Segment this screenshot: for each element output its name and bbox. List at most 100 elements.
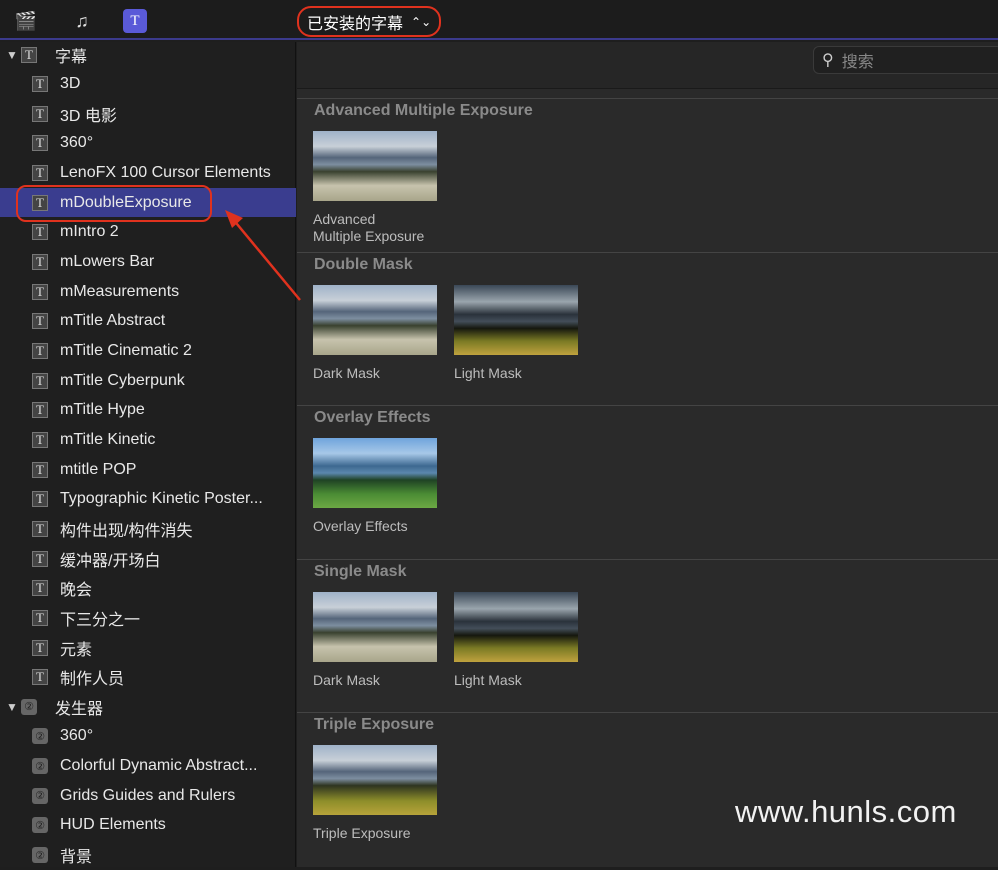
generator-icon: ② [32, 847, 48, 864]
row-label: 晚会 [60, 582, 93, 600]
sidebar-item[interactable]: TmTitle Hype [0, 396, 296, 425]
section: Triple Exposure Triple Exposure [297, 712, 998, 862]
row-label: Grids Guides and Rulers [60, 786, 236, 804]
sidebar-item[interactable]: T 缓冲器/开场白 [0, 544, 296, 573]
sidebar-item[interactable]: T 元素 [0, 633, 296, 662]
disclosure-triangle-icon[interactable]: ▼ [6, 700, 18, 714]
titles-generators-icon[interactable]: T [123, 9, 147, 33]
effect-label: Triple Exposure [313, 825, 411, 841]
title-icon: T [32, 639, 48, 656]
effect-item[interactable]: Triple Exposure [313, 745, 438, 842]
row-label: mTitle Kinetic [60, 430, 156, 448]
annotation-highlight [16, 185, 212, 222]
sidebar-item[interactable]: TmLowers Bar [0, 248, 296, 277]
sidebar-item[interactable]: T Typographic Kinetic Poster... [0, 485, 296, 514]
row-label: Colorful Dynamic Abstract... [60, 757, 258, 775]
sidebar-item[interactable]: T 晚会 [0, 574, 296, 603]
installed-titles-picker[interactable]: 已安装的字幕 ⌃⌄ [297, 6, 442, 37]
title-icon: T [32, 372, 48, 389]
title-icon: T [32, 609, 48, 626]
title-icon: T [32, 520, 48, 537]
row-label: 元素 [60, 641, 93, 659]
sidebar-item[interactable]: ② Colorful Dynamic Abstract... [0, 752, 296, 781]
sidebar: ▼ T 字幕 T 3D T 3D 电影 T 360° T LenoFX 100 Cursor Ele… [0, 42, 296, 867]
effect-thumbnail[interactable] [454, 285, 578, 355]
sidebar-item[interactable]: T 360° [0, 129, 296, 158]
generator-icon: ② [32, 787, 48, 804]
effect-item[interactable]: Advanced Multiple Exposure [313, 131, 438, 245]
effect-thumbnail[interactable] [454, 592, 578, 662]
title-icon: T [32, 550, 48, 567]
row-label: LenoFX 100 Cursor Elements [60, 164, 271, 182]
sidebar-item[interactable]: TmTitle Kinetic [0, 425, 296, 454]
row-label: mMeasurements [60, 282, 180, 300]
watermark: www.hunls.com [735, 794, 957, 829]
sidebar-item[interactable]: T 3D [0, 70, 296, 99]
title-icon: T [32, 283, 48, 300]
sidebar-item[interactable]: TmTitle Cyberpunk [0, 366, 296, 395]
effect-item[interactable]: Dark Mask [313, 285, 438, 382]
effect-thumbnail[interactable] [313, 438, 437, 508]
sidebar-item[interactable]: T LenoFX 100 Cursor Elements [0, 159, 296, 188]
sidebar-item[interactable]: T 3D 电影 [0, 99, 296, 128]
effect-thumbnail[interactable] [313, 285, 437, 355]
category-generators[interactable]: ▼ ② 发生器 [0, 692, 296, 721]
row-label: mTitle Cyberpunk [60, 371, 185, 389]
sidebar-item[interactable]: ② Grids Guides and Rulers [0, 781, 296, 810]
clapper-star-icon[interactable]: 🎬 [14, 9, 38, 33]
row-label: mLowers Bar [60, 253, 155, 271]
title-icon: T [32, 580, 48, 597]
sidebar-item[interactable]: T 构件出现/构件消失 [0, 514, 296, 543]
generator-icon: ② [21, 698, 37, 715]
title-icon: T [32, 431, 48, 448]
effect-label: Dark Mask [313, 365, 380, 381]
effect-item[interactable]: Light Mask [454, 592, 579, 689]
section: Double Mask Dark Mask Light Mask [297, 252, 998, 402]
effect-label: Overlay Effects [313, 518, 408, 534]
effect-item[interactable]: Light Mask [454, 285, 579, 382]
row-label: 发生器 [55, 700, 104, 718]
sidebar-item[interactable]: TmMeasurements [0, 277, 296, 306]
effect-thumbnail[interactable] [313, 745, 437, 815]
effect-item[interactable]: Dark Mask [313, 592, 438, 689]
sidebar-item[interactable]: TmTitle Abstract [0, 307, 296, 336]
row-label: mTitle Hype [60, 401, 145, 419]
sidebar-item[interactable]: ② 360° [0, 722, 296, 751]
row-label: 下三分之一 [60, 611, 141, 629]
toolbar: 🎬 ♫ T 已安装的字幕 ⌃⌄ [0, 0, 998, 40]
title-icon: T [32, 402, 48, 419]
generator-icon: ② [32, 728, 48, 745]
search-placeholder: 搜索 [841, 54, 874, 71]
effect-thumbnail[interactable] [313, 131, 437, 201]
section-title: Overlay Effects [314, 409, 431, 426]
effect-item[interactable]: Overlay Effects [313, 438, 438, 535]
effect-thumbnail[interactable] [313, 592, 437, 662]
sidebar-item[interactable]: ② HUD Elements [0, 811, 296, 840]
sidebar-item[interactable]: Tmtitle POP [0, 455, 296, 484]
effect-label: Advanced Multiple Exposure [313, 211, 425, 244]
title-icon: T [32, 165, 48, 182]
row-label: HUD Elements [60, 816, 166, 834]
sidebar-item[interactable]: T 制作人员 [0, 663, 296, 692]
sidebar-item[interactable]: TmTitle Cinematic 2 [0, 337, 296, 366]
section: Single Mask Dark Mask Light Mask [297, 559, 998, 709]
generator-icon: ② [32, 758, 48, 775]
sidebar-item[interactable]: ② 背景 [0, 841, 296, 870]
disclosure-triangle-icon[interactable]: ▼ [6, 48, 18, 62]
music-photo-icon[interactable]: ♫ [70, 9, 94, 33]
row-label: 缓冲器/开场白 [60, 552, 161, 570]
effect-label: Light Mask [454, 365, 522, 381]
picker-label: 已安装的字幕 [307, 15, 404, 33]
title-icon: T [32, 76, 48, 93]
section: Overlay Effects Overlay Effects [297, 405, 998, 555]
category-titles[interactable]: ▼ T 字幕 [0, 40, 296, 69]
search-input[interactable]: ⚲ 搜索 [813, 46, 998, 74]
row-label: 360° [60, 727, 94, 745]
row-label: mTitle Abstract [60, 312, 166, 330]
row-label: 3D 电影 [60, 107, 117, 125]
title-icon: T [32, 313, 48, 330]
row-label: mIntro 2 [60, 223, 119, 241]
sidebar-item[interactable]: TmIntro 2 [0, 218, 296, 247]
section-title: Triple Exposure [314, 716, 435, 733]
sidebar-item[interactable]: T 下三分之一 [0, 603, 296, 632]
